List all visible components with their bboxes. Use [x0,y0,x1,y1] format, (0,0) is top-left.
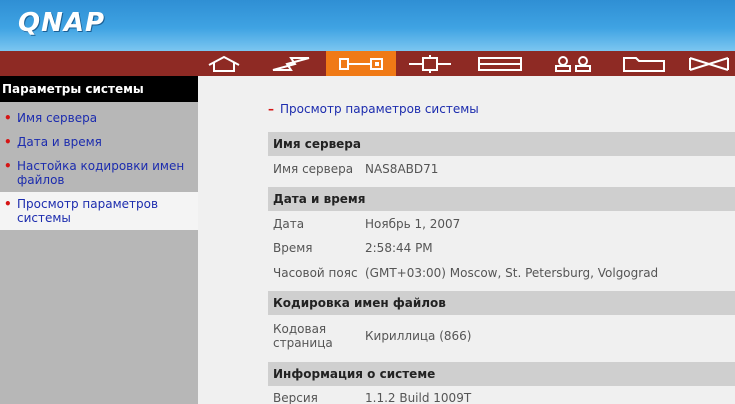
lightning-icon [272,56,310,71]
section-header-filename-encoding: Кодировка имен файлов [268,291,735,315]
sidebar-item-view-system-settings[interactable]: • Просмотр параметров системы [0,192,198,230]
sidebar-item-label: Дата и время [17,135,102,149]
nav-users-button[interactable] [540,51,606,76]
section-header-system-info: Информация о системе [268,362,735,386]
qnap-logo: QNAP [18,8,106,38]
sidebar-item-date-time[interactable]: • Дата и время [0,130,198,154]
info-row: Часовой пояс (GMT+03:00) Moscow, St. Pet… [268,266,735,286]
sidebar-item-filename-encoding[interactable]: • Настойка кодировки имен файлов [0,154,198,192]
row-label: Время [273,241,313,255]
section-header-date-time: Дата и время [268,187,735,211]
top-nav-bar [0,51,735,76]
row-value: Кириллица (866) [365,329,472,343]
info-row: Дата Ноябрь 1, 2007 [268,217,735,237]
bullet-icon: • [4,197,12,211]
nav-disk-button[interactable] [466,51,534,76]
sidebar-item-label: Просмотр параметров системы [17,197,159,225]
nav-home-button[interactable] [196,51,252,76]
row-value: (GMT+03:00) Moscow, St. Petersburg, Volg… [365,266,659,280]
row-label: Имя сервера [273,162,354,176]
sidebar-item-label: Настойка кодировки имен файлов [17,159,185,187]
app-header: QNAP [0,0,735,51]
nav-system-settings-button[interactable] [326,51,396,76]
breadcrumb-label: Просмотр параметров системы [280,102,479,116]
row-label: Часовой пояс [273,266,358,280]
row-label: Дата [273,217,305,231]
row-value: NAS8ABD71 [365,162,439,176]
users-icon [555,55,591,72]
bullet-icon: • [4,111,12,125]
sidebar-title: Параметры системы [0,76,198,102]
main-content: – Просмотр параметров системы Имя сервера… [198,76,735,404]
home-icon [208,55,240,72]
row-value: Ноябрь 1, 2007 [365,217,461,231]
network-icon [409,54,451,73]
dash-icon: – [268,102,274,116]
nav-quick-config-button[interactable] [260,51,322,76]
section-header-server-name: Имя сервера [268,132,735,156]
sidebar: Параметры системы • Имя сервера • Дата и… [0,76,198,404]
info-row: Имя сервера NAS8ABD71 [268,162,735,182]
sidebar-item-server-name[interactable]: • Имя сервера [0,106,198,130]
nav-network-button[interactable] [398,51,462,76]
row-value: 2:58:44 PM [365,241,433,255]
info-row: Кодовая страница Кириллица (866) [268,322,735,352]
sidebar-item-label: Имя сервера [17,111,98,125]
info-row: Время 2:58:44 PM [268,241,735,261]
nav-share-folders-button[interactable] [612,51,676,76]
bullet-icon: • [4,159,12,173]
disk-icon [478,56,522,71]
row-label: Кодовая страница [273,322,333,350]
row-value: 1.1.2 Build 1009T [365,391,472,404]
tools-icon [688,56,729,71]
system-settings-icon [339,57,383,70]
bullet-icon: • [4,135,12,149]
breadcrumb: – Просмотр параметров системы [268,102,479,116]
info-row: Версия 1.1.2 Build 1009T [268,391,735,404]
row-label: Версия [273,391,318,404]
nav-tools-button[interactable] [682,51,735,76]
folder-icon [623,56,665,72]
